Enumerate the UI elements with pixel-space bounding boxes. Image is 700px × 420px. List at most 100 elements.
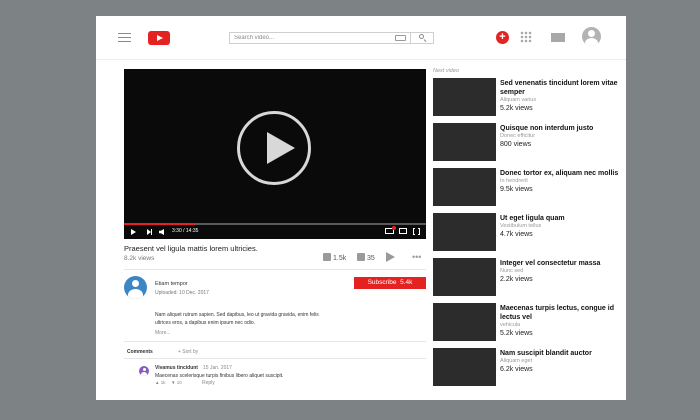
divider: [124, 341, 426, 342]
fullscreen-icon[interactable]: [413, 228, 420, 235]
recommended-title-block: Integer vel consectetur massa Nunc sed 2…: [500, 259, 622, 284]
comment-date: 15 Jan. 2017: [203, 365, 232, 371]
video-thumbnail[interactable]: [433, 123, 496, 161]
recommended-channel: Aliquam varius: [500, 97, 537, 103]
upload-date: Uploaded: 10 Dec. 2017: [155, 290, 209, 296]
upload-plus-icon[interactable]: +: [496, 31, 509, 44]
recommended-views: 800 views: [500, 141, 532, 148]
recommended-views: 5.2k views: [500, 330, 533, 337]
next-icon[interactable]: [147, 229, 152, 235]
video-thumbnail[interactable]: [433, 303, 496, 341]
video-title: Praesent vel ligula mattis lorem ultrici…: [124, 244, 258, 253]
play-control-icon[interactable]: [131, 229, 136, 235]
recommended-title-block: Sed venenatis tincidunt lorem vitae semp…: [500, 79, 622, 113]
player-controls: 3:30 / 14:35: [124, 225, 426, 239]
subscribe-button[interactable]: Subscribe 5.4k: [354, 277, 426, 289]
recommended-views: 2.2k views: [500, 276, 533, 283]
comment-author[interactable]: Vivamus tincidunt: [155, 365, 198, 371]
recommended-views: 6.2k views: [500, 366, 533, 373]
recommended-title-block: Nam suscipit blandit auctor Aliquam eget…: [500, 349, 622, 374]
divider: [124, 269, 426, 270]
recommended-title-block: Donec tortor ex, aliquam nec mollis In h…: [500, 169, 622, 194]
comment-dislike-button[interactable]: ▼ 10: [171, 380, 182, 385]
recommended-views: 9.5k views: [500, 186, 533, 193]
recommended-title[interactable]: Donec tortor ex, aliquam nec mollis: [500, 170, 618, 177]
browser-window: + 3:30 / 14:35 Praesent vel ligula matti…: [96, 16, 626, 400]
keyboard-icon[interactable]: [395, 35, 406, 41]
video-thumbnail[interactable]: [433, 213, 496, 251]
channel-avatar[interactable]: [124, 276, 147, 299]
time-display: 3:30 / 14:35: [172, 228, 199, 234]
search-bar: [229, 32, 434, 44]
recommended-channel: Donec efficitur: [500, 133, 536, 139]
search-button[interactable]: [410, 32, 434, 44]
video-thumbnail[interactable]: [433, 168, 496, 206]
channel-name[interactable]: Etiam tempor: [155, 281, 188, 287]
apps-grid-icon[interactable]: [520, 31, 532, 43]
captions-indicator: [392, 226, 396, 230]
divider: [124, 358, 426, 359]
comment-dislike-count: 10: [176, 380, 182, 385]
comment-text: Maecenas scelerisque turpis finibus libe…: [155, 373, 284, 379]
recommended-title[interactable]: Sed venenatis tincidunt lorem vitae semp…: [500, 80, 617, 96]
subscribe-label: Subscribe: [367, 279, 397, 286]
comment-like-button[interactable]: ▲ 1k: [155, 380, 165, 385]
hamburger-menu-icon[interactable]: [118, 33, 131, 42]
recommended-video[interactable]: Donec tortor ex, aliquam nec mollis In h…: [433, 168, 623, 208]
play-icon: [267, 132, 295, 164]
logo-play-icon[interactable]: [148, 31, 170, 45]
user-avatar[interactable]: [582, 27, 601, 46]
recommended-channel: In hendrerit: [500, 178, 528, 184]
search-icon: [419, 34, 424, 39]
show-more-link[interactable]: More...: [155, 330, 171, 336]
reply-button[interactable]: Reply: [202, 380, 215, 386]
recommended-video[interactable]: Integer vel consectetur massa Nunc sed 2…: [433, 258, 623, 298]
like-button[interactable]: 1.5k: [323, 253, 346, 262]
theater-mode-icon[interactable]: [399, 228, 407, 234]
recommended-title-block: Quisque non interdum justo Donec efficit…: [500, 124, 622, 149]
recommended-title[interactable]: Maecenas turpis lectus, congue id lectus…: [500, 305, 614, 321]
recommended-title[interactable]: Quisque non interdum justo: [500, 125, 593, 132]
recommended-video[interactable]: Quisque non interdum justo Donec efficit…: [433, 123, 623, 163]
video-player[interactable]: 3:30 / 14:35: [124, 69, 426, 239]
video-thumbnail[interactable]: [433, 78, 496, 116]
comment-avatar[interactable]: [139, 366, 149, 376]
thumbs-down-icon: [357, 253, 365, 261]
video-views: 8.2k views: [124, 255, 155, 262]
volume-icon[interactable]: [159, 229, 164, 235]
comment-like-count: 1k: [160, 380, 166, 385]
search-input[interactable]: [230, 33, 390, 43]
recommended-video[interactable]: Ut eget ligula quam Vestibulum tellus 4.…: [433, 213, 623, 253]
recommended-video[interactable]: Nam suscipit blandit auctor Aliquam eget…: [433, 348, 623, 388]
recommended-views: 5.2k views: [500, 105, 533, 112]
recommended-channel: Vestibulum tellus: [500, 223, 542, 229]
recommended-title[interactable]: Ut eget ligula quam: [500, 215, 565, 222]
recommended-channel: vehicula: [500, 322, 521, 328]
captions-icon[interactable]: [385, 226, 396, 234]
big-play-button[interactable]: [237, 111, 311, 185]
subscriber-count: 5.4k: [400, 279, 413, 286]
recommended-title[interactable]: Integer vel consectetur massa: [500, 260, 600, 267]
thumbs-up-icon: [323, 253, 331, 261]
recommended-title-block: Maecenas turpis lectus, congue id lectus…: [500, 304, 622, 338]
messages-icon[interactable]: [551, 33, 565, 42]
recommended-video[interactable]: Sed venenatis tincidunt lorem vitae semp…: [433, 78, 623, 118]
recommended-channel: Aliquam eget: [500, 358, 533, 364]
recommended-views: 4.7k views: [500, 231, 533, 238]
sort-by-button[interactable]: + Sort by: [178, 349, 198, 355]
recommended-title[interactable]: Nam suscipit blandit auctor: [500, 350, 592, 357]
dislike-button[interactable]: 35: [357, 253, 375, 262]
video-thumbnail[interactable]: [433, 348, 496, 386]
video-description: Nam aliquet rutrum sapien. Sed dapibus, …: [155, 312, 319, 326]
recommended-video[interactable]: Maecenas turpis lectus, congue id lectus…: [433, 303, 623, 343]
video-thumbnail[interactable]: [433, 258, 496, 296]
like-count: 1.5k: [333, 255, 347, 262]
comments-heading: Comments: [127, 349, 153, 355]
recommended-title-block: Ut eget ligula quam Vestibulum tellus 4.…: [500, 214, 622, 239]
recommended-channel: Nunc sed: [500, 268, 524, 274]
more-options-icon[interactable]: •••: [412, 253, 421, 262]
dislike-count: 35: [367, 255, 375, 262]
top-header: +: [96, 16, 626, 60]
next-video-heading: Next video: [433, 68, 459, 74]
share-icon[interactable]: [386, 252, 396, 262]
